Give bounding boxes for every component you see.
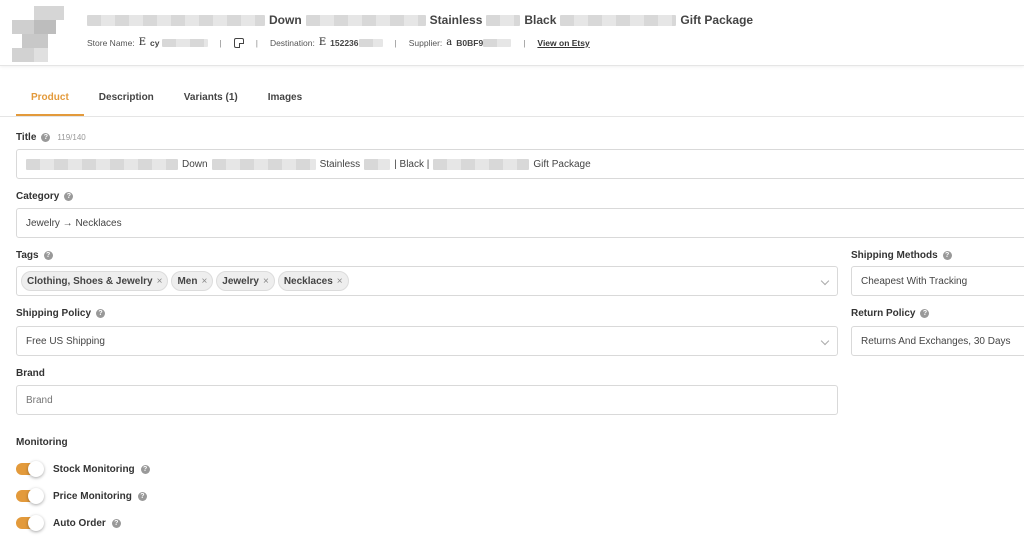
- supplier-label: Supplier:: [408, 37, 443, 48]
- brand-field-label: Brand: [16, 368, 45, 379]
- help-icon[interactable]: ?: [942, 251, 952, 260]
- category-value: Jewelry → Necklaces: [26, 217, 122, 229]
- stock-monitoring-toggle[interactable]: [16, 461, 44, 477]
- shipping-methods-value: Cheapest With Tracking: [861, 275, 968, 287]
- close-icon[interactable]: ×: [263, 276, 269, 287]
- title-label: Title: [16, 132, 37, 143]
- brand-input[interactable]: [16, 385, 838, 415]
- close-icon[interactable]: ×: [337, 276, 343, 287]
- tag-label: Jewelry: [222, 275, 259, 287]
- auto-order-row: Auto Order ?: [16, 515, 121, 531]
- tags-field-label: Tags ?: [16, 250, 53, 261]
- tab-images[interactable]: Images: [253, 84, 317, 116]
- tag-label: Necklaces: [283, 275, 333, 287]
- title-field-label: Title ? 119/140: [16, 132, 86, 143]
- product-header: Down Stainless Black Gift Package Store …: [0, 0, 1024, 66]
- title-text-part: Gift Package: [533, 158, 591, 170]
- tag-label: Clothing, Shoes & Jewelry: [27, 275, 153, 287]
- help-icon[interactable]: ?: [41, 133, 51, 142]
- amazon-icon: a: [446, 37, 453, 48]
- destination-value: 152236: [330, 37, 359, 48]
- tag-chip: Clothing, Shoes & Jewelry ×: [21, 271, 169, 291]
- price-monitoring-toggle[interactable]: [16, 488, 44, 504]
- tab-product[interactable]: Product: [16, 84, 84, 116]
- category-select[interactable]: Jewelry → Necklaces: [16, 208, 1024, 238]
- separator: |: [219, 37, 222, 48]
- shipping-policy-value: Free US Shipping: [26, 335, 105, 347]
- help-icon[interactable]: ?: [64, 192, 74, 201]
- tabs-divider: [0, 116, 1024, 117]
- help-icon[interactable]: ?: [43, 251, 53, 260]
- etsy-icon: E: [318, 37, 327, 48]
- stock-monitoring-row: Stock Monitoring ?: [16, 461, 150, 477]
- category-field-label: Category ?: [16, 191, 74, 202]
- shipping-policy-field-label: Shipping Policy ?: [16, 308, 106, 319]
- separator: |: [255, 37, 258, 48]
- return-policy-field-label: Return Policy ?: [851, 308, 930, 319]
- return-policy-select[interactable]: Returns And Exchanges, 30 Days: [851, 326, 1024, 356]
- product-title-heading: Down Stainless Black Gift Package: [87, 13, 753, 27]
- title-part: Stainless: [429, 13, 483, 27]
- separator: |: [394, 37, 397, 48]
- tag-chip: Jewelry ×: [216, 271, 275, 291]
- destination-label: Destination:: [269, 37, 315, 48]
- etsy-icon: E: [138, 37, 147, 48]
- help-icon[interactable]: ?: [920, 309, 930, 318]
- shipping-policy-select[interactable]: Free US Shipping: [16, 326, 838, 356]
- tag-chip: Necklaces ×: [277, 271, 349, 291]
- store-name-label: Store Name:: [87, 37, 135, 48]
- view-on-etsy-link[interactable]: View on Etsy: [537, 38, 589, 48]
- note-icon[interactable]: [233, 37, 244, 48]
- tab-variants[interactable]: Variants (1): [169, 84, 253, 116]
- shipping-policy-label: Shipping Policy: [16, 308, 92, 319]
- stock-monitoring-label: Stock Monitoring: [53, 463, 135, 475]
- title-input[interactable]: Down Stainless | Black | Gift Package: [16, 149, 1024, 179]
- tag-chip: Men ×: [171, 271, 214, 291]
- auto-order-label: Auto Order: [53, 517, 106, 529]
- price-monitoring-row: Price Monitoring ?: [16, 488, 147, 504]
- chevron-down-icon[interactable]: [820, 336, 830, 346]
- title-text-part: | Black |: [394, 158, 430, 170]
- help-icon[interactable]: ?: [96, 309, 106, 318]
- help-icon[interactable]: ?: [137, 491, 147, 501]
- shipping-methods-label: Shipping Methods: [851, 250, 938, 261]
- help-icon[interactable]: ?: [111, 518, 121, 528]
- chevron-down-icon[interactable]: [820, 276, 830, 286]
- help-icon[interactable]: ?: [140, 464, 150, 474]
- tab-description[interactable]: Description: [84, 84, 169, 116]
- close-icon[interactable]: ×: [201, 276, 207, 287]
- title-text-part: Stainless: [319, 158, 361, 170]
- shipping-methods-select[interactable]: Cheapest With Tracking: [851, 266, 1024, 296]
- return-policy-value: Returns And Exchanges, 30 Days: [861, 335, 1011, 347]
- product-meta: Store Name: E cy | | Destination: E 1522…: [87, 37, 590, 48]
- tags-label: Tags: [16, 250, 39, 261]
- store-name-value: cy: [150, 37, 160, 48]
- price-monitoring-label: Price Monitoring: [53, 490, 132, 502]
- title-char-counter: 119/140: [57, 133, 86, 142]
- product-thumbnail[interactable]: [12, 6, 68, 62]
- separator: |: [523, 37, 526, 48]
- category-label: Category: [16, 191, 60, 202]
- monitoring-heading: Monitoring: [16, 437, 68, 448]
- supplier-value: B0BF9: [456, 37, 484, 48]
- auto-order-toggle[interactable]: [16, 515, 44, 531]
- title-part: Down: [269, 13, 302, 27]
- title-text-part: Down: [182, 158, 208, 170]
- close-icon[interactable]: ×: [157, 276, 163, 287]
- return-policy-label: Return Policy: [851, 308, 916, 319]
- title-part: Black: [524, 13, 557, 27]
- title-part: Gift Package: [680, 13, 754, 27]
- brand-label: Brand: [16, 368, 45, 379]
- product-tabs: Product Description Variants (1) Images: [16, 84, 317, 116]
- tags-input[interactable]: Clothing, Shoes & Jewelry × Men × Jewelry ×…: [16, 266, 838, 296]
- tag-label: Men: [177, 275, 198, 287]
- shipping-methods-field-label: Shipping Methods ?: [851, 250, 952, 261]
